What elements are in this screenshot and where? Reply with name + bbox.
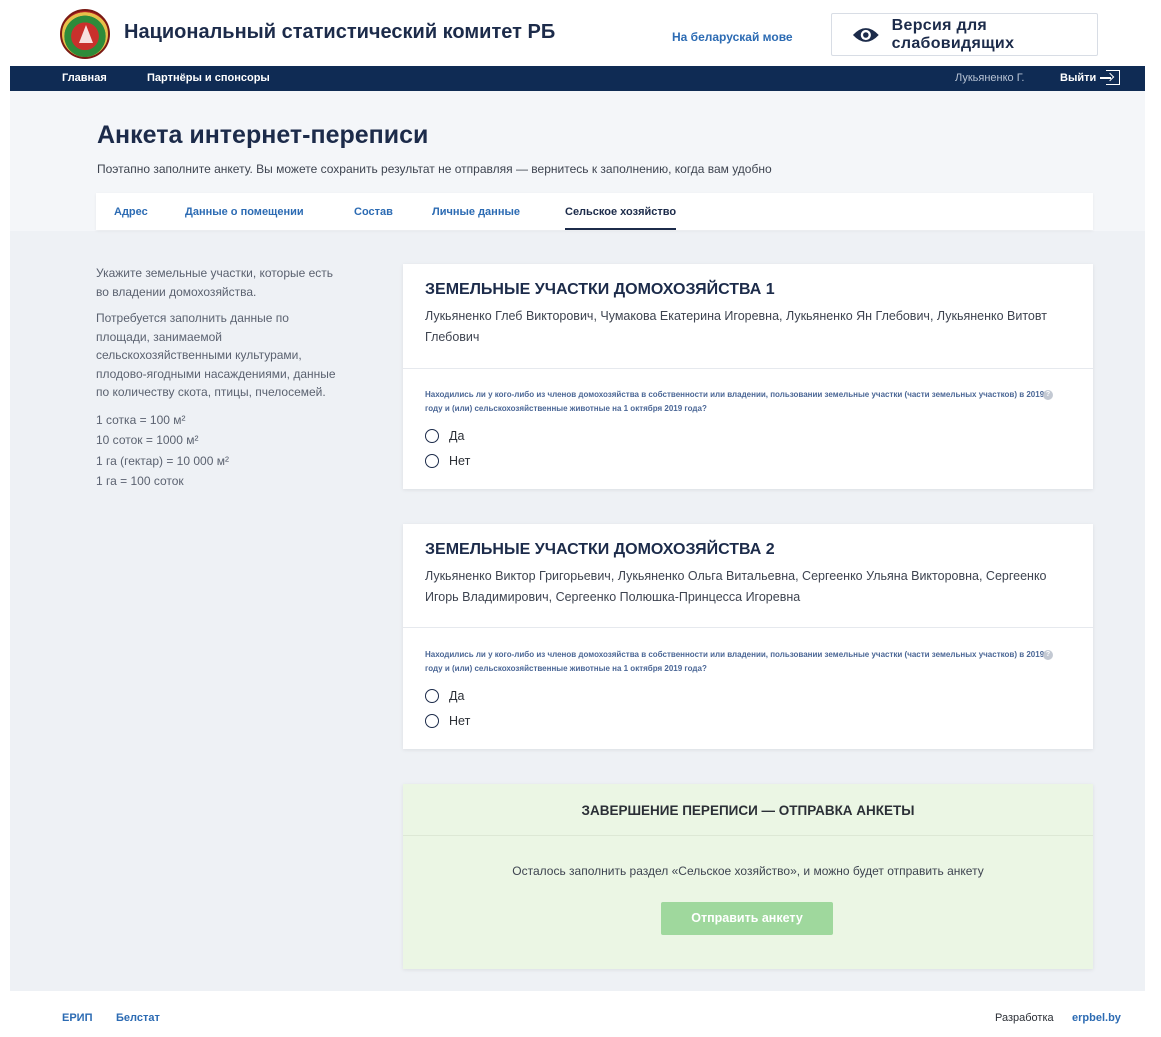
nav-partners[interactable]: Партнёры и спонсоры bbox=[147, 72, 270, 84]
radio-label: Нет bbox=[449, 454, 471, 468]
finish-divider bbox=[403, 835, 1093, 836]
belarusian-language-link[interactable]: На беларускай мове bbox=[672, 30, 793, 44]
sidebar-intro: Укажите земельные участки, которые есть … bbox=[96, 266, 334, 299]
household-title: ЗЕМЕЛЬНЫЕ УЧАСТКИ ДОМОХОЗЯЙСТВА 1 bbox=[425, 281, 775, 298]
radio-icon[interactable] bbox=[425, 714, 439, 728]
belstat-logo[interactable] bbox=[60, 9, 110, 59]
site-title[interactable]: Национальный статистический комитет РБ bbox=[124, 21, 555, 44]
survey-tabs: Адрес Данные о помещении Состав Личные д… bbox=[96, 193, 1093, 230]
radio-icon[interactable] bbox=[425, 429, 439, 443]
unit-line: 10 соток = 1000 м² bbox=[96, 433, 199, 447]
tab-premises[interactable]: Данные о помещении bbox=[185, 206, 304, 218]
radio-label: Нет bbox=[449, 714, 471, 728]
land-question: Находились ли у кого-либо из членов домо… bbox=[425, 390, 1045, 413]
nav-home[interactable]: Главная bbox=[62, 72, 107, 84]
sidebar-info: Укажите земельные участки, которые есть … bbox=[96, 264, 346, 492]
household-title: ЗЕМЕЛЬНЫЕ УЧАСТКИ ДОМОХОЗЯЙСТВА 2 bbox=[425, 541, 775, 558]
household-card-1: ЗЕМЕЛЬНЫЕ УЧАСТКИ ДОМОХОЗЯЙСТВА 1 Лукьян… bbox=[403, 264, 1093, 489]
help-icon[interactable]: ? bbox=[1043, 390, 1053, 400]
logout-icon[interactable] bbox=[1100, 70, 1120, 85]
footer-dev-link[interactable]: erpbel.by bbox=[1072, 1012, 1121, 1024]
radio-option-yes[interactable]: Да bbox=[425, 687, 464, 705]
card-divider bbox=[403, 368, 1093, 369]
low-vision-version-button[interactable]: Версия для слабовидящих bbox=[831, 13, 1098, 56]
logout-link[interactable]: Выйти bbox=[1060, 72, 1096, 84]
eye-icon bbox=[852, 27, 879, 42]
radio-option-no[interactable]: Нет bbox=[425, 452, 470, 470]
household-members: Лукьяненко Глеб Викторович, Чумакова Ека… bbox=[425, 309, 1047, 344]
current-user[interactable]: Лукьяненко Г. bbox=[955, 72, 1024, 84]
unit-line: 1 сотка = 100 м² bbox=[96, 412, 186, 427]
footer-dev-label: Разработка bbox=[995, 1012, 1054, 1024]
tab-address[interactable]: Адрес bbox=[114, 206, 148, 218]
footer: ЕРИП Белстат Разработка erpbel.by bbox=[0, 991, 1161, 1037]
help-icon[interactable]: ? bbox=[1043, 650, 1053, 660]
radio-label: Да bbox=[449, 429, 465, 443]
unit-conversions: 1 сотка = 100 м² 10 соток = 1000 м² 1 га… bbox=[96, 410, 346, 492]
tab-composition[interactable]: Состав bbox=[354, 206, 393, 218]
sidebar-details: Потребуется заполнить данные по площади,… bbox=[96, 311, 336, 399]
main-nav-bar: Главная Партнёры и спонсоры Лукьяненко Г… bbox=[10, 66, 1145, 91]
page-title: Анкета интернет-переписи bbox=[97, 121, 429, 149]
radio-icon[interactable] bbox=[425, 454, 439, 468]
household-card-2: ЗЕМЕЛЬНЫЕ УЧАСТКИ ДОМОХОЗЯЙСТВА 2 Лукьян… bbox=[403, 524, 1093, 749]
tab-agriculture[interactable]: Сельское хозяйство bbox=[565, 206, 677, 230]
finish-text: Осталось заполнить раздел «Сельское хозя… bbox=[512, 864, 984, 878]
tab-personal-data[interactable]: Личные данные bbox=[432, 206, 520, 218]
finish-title: ЗАВЕРШЕНИЕ ПЕРЕПИСИ — ОТПРАВКА АНКЕТЫ bbox=[581, 803, 915, 818]
unit-line: 1 га = 100 соток bbox=[96, 474, 184, 488]
land-question: Находились ли у кого-либо из членов домо… bbox=[425, 650, 1045, 673]
radio-option-yes[interactable]: Да bbox=[425, 427, 464, 445]
radio-label: Да bbox=[449, 689, 465, 703]
household-members: Лукьяненко Виктор Григорьевич, Лукьяненк… bbox=[425, 569, 1047, 604]
radio-icon[interactable] bbox=[425, 689, 439, 703]
footer-belstat-link[interactable]: Белстат bbox=[116, 1012, 160, 1024]
radio-option-no[interactable]: Нет bbox=[425, 712, 470, 730]
send-survey-button[interactable]: Отправить анкету bbox=[661, 902, 833, 935]
page-subtitle: Поэтапно заполните анкету. Вы можете сох… bbox=[97, 162, 772, 176]
finish-census-panel: ЗАВЕРШЕНИЕ ПЕРЕПИСИ — ОТПРАВКА АНКЕТЫ Ос… bbox=[403, 784, 1093, 969]
footer-erip-link[interactable]: ЕРИП bbox=[62, 1012, 93, 1024]
top-header: Национальный статистический комитет РБ Н… bbox=[0, 0, 1161, 66]
card-divider bbox=[403, 627, 1093, 628]
low-vision-label: Версия для слабовидящих bbox=[891, 16, 1015, 52]
unit-line: 1 га (гектар) = 10 000 м² bbox=[96, 453, 229, 468]
